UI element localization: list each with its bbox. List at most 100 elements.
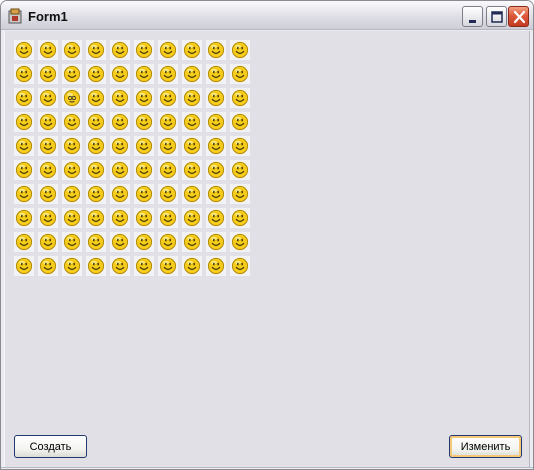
face-cell[interactable] — [230, 256, 250, 276]
face-cell[interactable] — [14, 136, 34, 156]
face-cell[interactable] — [38, 64, 58, 84]
face-cell[interactable] — [182, 136, 202, 156]
face-cell[interactable] — [62, 208, 82, 228]
face-cell[interactable] — [182, 64, 202, 84]
face-cell[interactable] — [14, 208, 34, 228]
face-cell[interactable] — [38, 256, 58, 276]
face-cell[interactable] — [182, 40, 202, 60]
face-cell[interactable] — [134, 208, 154, 228]
face-cell[interactable] — [110, 88, 130, 108]
face-cell[interactable] — [86, 112, 106, 132]
face-cell[interactable] — [134, 112, 154, 132]
face-cell[interactable] — [38, 160, 58, 180]
face-cell[interactable] — [86, 160, 106, 180]
face-cell[interactable] — [206, 112, 226, 132]
face-cell[interactable] — [14, 88, 34, 108]
face-cell[interactable] — [86, 184, 106, 204]
face-cell[interactable] — [206, 64, 226, 84]
face-cell[interactable] — [158, 256, 178, 276]
face-cell[interactable] — [110, 232, 130, 252]
close-button[interactable] — [508, 6, 529, 27]
face-cell[interactable] — [206, 184, 226, 204]
face-cell[interactable] — [134, 136, 154, 156]
face-cell[interactable] — [110, 160, 130, 180]
maximize-button[interactable] — [486, 6, 507, 27]
face-cell[interactable] — [158, 40, 178, 60]
face-cell[interactable] — [134, 256, 154, 276]
face-cell[interactable] — [134, 232, 154, 252]
face-cell[interactable] — [62, 64, 82, 84]
face-cell[interactable] — [86, 136, 106, 156]
face-cell[interactable] — [206, 88, 226, 108]
face-cell[interactable] — [182, 208, 202, 228]
face-cell[interactable] — [86, 232, 106, 252]
face-cell[interactable] — [206, 160, 226, 180]
face-cell[interactable] — [206, 40, 226, 60]
face-cell[interactable] — [86, 88, 106, 108]
face-cell[interactable] — [62, 256, 82, 276]
face-cell[interactable] — [110, 64, 130, 84]
face-cell[interactable] — [14, 64, 34, 84]
face-cell[interactable] — [230, 136, 250, 156]
face-cell[interactable] — [62, 112, 82, 132]
face-cell[interactable] — [134, 88, 154, 108]
create-button[interactable]: Создать — [14, 435, 87, 458]
face-cell[interactable] — [62, 184, 82, 204]
face-cell[interactable] — [62, 136, 82, 156]
face-cell[interactable] — [230, 232, 250, 252]
face-cell[interactable] — [38, 40, 58, 60]
face-cell[interactable] — [110, 184, 130, 204]
face-cell[interactable] — [14, 160, 34, 180]
face-cell[interactable] — [158, 160, 178, 180]
face-cell[interactable] — [158, 112, 178, 132]
face-cell[interactable] — [134, 64, 154, 84]
face-cell[interactable] — [62, 232, 82, 252]
face-cell[interactable] — [14, 184, 34, 204]
face-cell[interactable] — [134, 160, 154, 180]
face-cell[interactable] — [62, 40, 82, 60]
face-cell[interactable] — [230, 112, 250, 132]
face-cell[interactable] — [158, 136, 178, 156]
face-cell[interactable] — [206, 256, 226, 276]
face-cell[interactable] — [110, 208, 130, 228]
face-cell[interactable] — [110, 112, 130, 132]
face-cell[interactable] — [158, 88, 178, 108]
face-cell[interactable] — [134, 40, 154, 60]
face-cell[interactable] — [206, 136, 226, 156]
title-bar[interactable]: Form1 — [1, 1, 533, 30]
face-cell[interactable] — [230, 160, 250, 180]
change-button[interactable]: Изменить — [449, 435, 522, 458]
face-cell[interactable] — [230, 88, 250, 108]
face-cell[interactable] — [230, 184, 250, 204]
face-cell[interactable] — [158, 208, 178, 228]
face-cell[interactable] — [110, 40, 130, 60]
face-cell[interactable] — [14, 112, 34, 132]
face-cell[interactable] — [38, 88, 58, 108]
face-cell[interactable] — [110, 136, 130, 156]
face-cell[interactable] — [158, 184, 178, 204]
face-cell[interactable] — [110, 256, 130, 276]
face-cell[interactable] — [230, 208, 250, 228]
face-cell[interactable] — [158, 232, 178, 252]
face-cell[interactable] — [230, 64, 250, 84]
face-cell[interactable] — [158, 64, 178, 84]
face-cell[interactable] — [182, 112, 202, 132]
face-cell[interactable] — [182, 232, 202, 252]
face-cell[interactable] — [38, 208, 58, 228]
face-cell[interactable] — [206, 208, 226, 228]
face-cell[interactable] — [230, 40, 250, 60]
face-cell[interactable] — [14, 232, 34, 252]
face-cell[interactable] — [38, 184, 58, 204]
face-cell[interactable] — [38, 136, 58, 156]
face-cell[interactable] — [134, 184, 154, 204]
face-cell[interactable] — [38, 232, 58, 252]
face-cell[interactable] — [38, 112, 58, 132]
face-cell[interactable] — [14, 256, 34, 276]
face-cell[interactable] — [86, 40, 106, 60]
face-cell[interactable] — [14, 40, 34, 60]
face-cell[interactable] — [182, 160, 202, 180]
face-cell[interactable] — [86, 256, 106, 276]
face-cell[interactable] — [86, 208, 106, 228]
face-cell[interactable] — [86, 64, 106, 84]
face-cell[interactable] — [182, 88, 202, 108]
